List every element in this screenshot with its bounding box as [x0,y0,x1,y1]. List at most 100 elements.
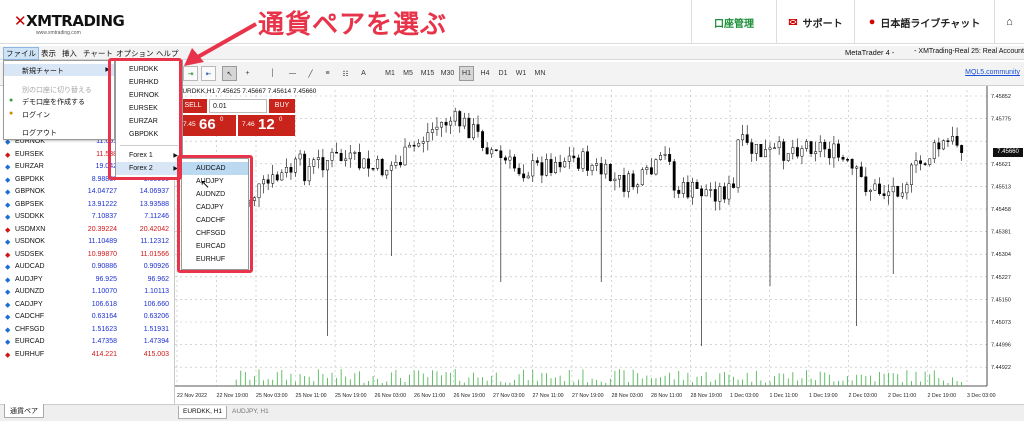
candle-body [759,144,763,158]
candle-body [732,183,735,188]
symbol-item-gbpdkk[interactable]: GBPDKK [116,128,182,141]
market-watch-row[interactable]: ◆ AUDCAD 0.90886 0.90926 [0,261,175,273]
symbol-item-eurnok[interactable]: EURNOK [116,89,182,102]
menu-insert[interactable]: 挿入 [62,48,77,59]
x-axis-label: 3 Dec 03:00 [967,393,996,399]
timeframe-m30[interactable]: M30 [439,66,456,81]
account-management-link[interactable]: 口座管理 [691,0,776,44]
menu-file[interactable]: ファイル [3,47,39,60]
menu-view[interactable]: 表示 [41,48,56,59]
ask-price: 14.06937 [139,188,169,195]
mql5-community-link[interactable]: MQL5.community [965,69,1020,76]
trendline-icon[interactable]: ╱ [303,66,318,81]
timeframe-h4[interactable]: H4 [478,66,492,81]
bid-price: 0.90886 [91,263,117,270]
lot-size-input[interactable]: 0.01 [209,99,267,113]
market-watch-row[interactable]: ◆ USDDKK 7.10837 7.11246 [0,211,175,223]
symbol-item-eursek[interactable]: EURSEK [116,102,182,115]
chat-bubble-icon: ● [868,16,876,28]
candle-body [627,173,631,192]
home-link[interactable]: ⌂ [994,0,1024,44]
currency-pairs-tab[interactable]: 通貨ペア [4,404,44,418]
candle-body [257,183,261,199]
menu-options[interactable]: オプション [116,48,154,59]
symbol-item-eurzar[interactable]: EURZAR [116,115,182,128]
candle-body [864,176,868,193]
market-watch-row[interactable]: ◆ CHFSGD 1.51623 1.51931 [0,324,175,336]
symbol-item-audcad[interactable]: AUDCAD [182,162,248,175]
symbol-name: GBPDKK [15,175,45,183]
symbol-item-chfsgd[interactable]: CHFSGD [182,227,248,240]
market-watch-row[interactable]: ◆ GBPSEK 13.91222 13.93588 [0,199,175,211]
symbol-item-eurhuf[interactable]: EURHUF [182,253,248,266]
timeframe-m1[interactable]: M1 [383,66,397,81]
menu-chart[interactable]: チャート [83,48,113,59]
mouse-cursor-icon: ↖ [200,177,211,191]
horizontal-line-icon[interactable]: ― [285,66,300,81]
chart-tab-audjpy[interactable]: AUDJPY, H1 [228,406,273,419]
menu-item-create-demo[interactable]: ● デモ口座を作成する [4,95,114,107]
candle-body [316,157,320,161]
market-watch-row[interactable]: ◆ CADJPY 106.618 106.660 [0,299,175,311]
menu-item-logout[interactable]: ログアウト [4,126,114,138]
symbol-name: USDDKK [15,213,45,220]
y-axis-label: 7.45852 [991,94,1011,100]
one-click-trading-panel: SELL 0.01 BUY 7.45 66 0 7.46 12 0 [179,99,295,136]
vertical-line-icon[interactable]: │ [268,66,278,81]
folder-forex-2[interactable]: Forex 2 ▶ [116,162,182,175]
new-chart-submenu: EURDKK EURHKD EURNOK EURSEK EURZAR GBPDK… [115,60,183,178]
market-watch-row[interactable]: ◆ AUDNZD 1.10070 1.10113 [0,286,175,298]
market-watch-row[interactable]: ◆ USDMXN 20.39224 20.42042 [0,224,175,236]
candle-body [782,141,786,161]
menu-item-login[interactable]: ● ログイン [4,108,114,120]
buy-price[interactable]: 7.46 12 0 [238,115,295,136]
symbol-item-audjpy[interactable]: AUDJPY [182,175,248,188]
candle-body [722,186,726,200]
symbol-item-audnzd[interactable]: AUDNZD [182,188,248,201]
timeframe-d1[interactable]: D1 [496,66,510,81]
market-watch-row[interactable]: ◆ EURCAD 1.47358 1.47394 [0,336,175,348]
timeframe-mn[interactable]: MN [532,66,548,81]
up-arrow-icon: ◆ [5,201,11,209]
candle-body [248,200,252,203]
sell-button[interactable]: SELL [179,99,207,113]
candle-body [882,193,886,196]
timeframe-h1[interactable]: H1 [459,66,474,81]
timeframe-m5[interactable]: M5 [401,66,415,81]
support-link[interactable]: ✉ サポート [776,0,854,44]
candle-body [649,167,653,175]
buy-button[interactable]: BUY [269,99,295,113]
market-watch-row[interactable]: ◆ USDSEK 10.99870 11.01566 [0,249,175,261]
symbol-item-eurcad[interactable]: EURCAD [182,240,248,253]
folder-forex-1[interactable]: Forex 1 ▶ [116,149,182,162]
timeframe-w1[interactable]: W1 [514,66,528,81]
symbol-item-cadjpy[interactable]: CADJPY [182,201,248,214]
down-arrow-icon: ◆ [5,226,11,234]
xm-logo[interactable]: ✕XMTRADING www.xmtrading.com [6,6,125,38]
ask-price: 96.962 [147,275,169,283]
market-watch-row[interactable]: ◆ EURHUF 414.221 415.003 [0,349,175,361]
menu-item-new-chart[interactable]: 新規チャート ▶ [4,64,114,76]
chart-tab-eurdkk[interactable]: EURDKK, H1 [178,406,228,419]
sell-price[interactable]: 7.45 66 0 [179,115,236,136]
equidistant-channel-icon[interactable]: ≡ [320,66,335,81]
symbol-item-eurdkk[interactable]: EURDKK [116,63,182,76]
person-plus-icon: ● [9,97,14,104]
menu-help[interactable]: ヘルプ [156,48,179,59]
market-watch-row[interactable]: ◆ GBPNOK 14.04727 14.06937 [0,186,175,198]
market-watch-row[interactable]: ◆ CADCHF 0.63164 0.63206 [0,311,175,323]
text-label-icon[interactable]: A [356,66,371,81]
chart-area[interactable]: 7.45852 7.45775 7.45621 7.45513 7.45458 7.453… [175,86,1024,404]
menu-item-switch-account[interactable]: 別の口座に切り替える [4,83,114,95]
market-watch-row[interactable]: ◆ AUDJPY 96.925 96.962 [0,274,175,286]
symbol-item-eurhkd[interactable]: EURHKD [116,76,182,89]
market-watch-row[interactable]: ◆ USDNOK 11.10489 11.12312 [0,236,175,248]
live-chat-link[interactable]: ● 日本語ライブチャット [854,0,994,44]
support-label: サポート [802,18,843,30]
candle-body [321,157,325,171]
candle-body [280,172,284,181]
timeframe-m15[interactable]: M15 [419,66,436,81]
candle-body [576,157,580,169]
symbol-item-cadchf[interactable]: CADCHF [182,214,248,227]
fibonacci-icon[interactable]: ☷ [338,66,353,81]
